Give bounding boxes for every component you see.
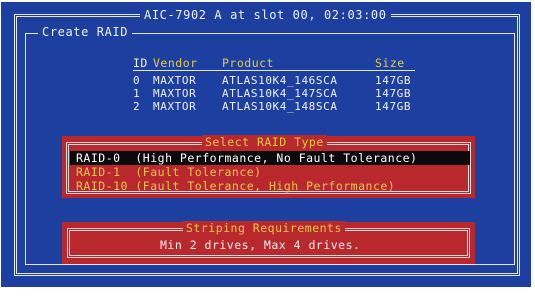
dialog-title: Striping Requirements bbox=[183, 221, 345, 235]
drive-product: ATLAS10K4_146SCA bbox=[222, 74, 338, 87]
panel-title: Create RAID bbox=[38, 24, 133, 40]
drive-size: 147GB bbox=[375, 87, 412, 100]
column-header-id: ID bbox=[133, 56, 148, 70]
drive-size: 147GB bbox=[375, 100, 412, 113]
drive-size: 147GB bbox=[375, 74, 412, 87]
column-header-size: Size bbox=[375, 56, 405, 70]
bios-screen: AIC-7902 A at slot 00, 02:03:00 Create R… bbox=[0, 0, 535, 300]
drive-vendor: MAXTOR bbox=[153, 74, 197, 87]
window-title: AIC-7902 A at slot 00, 02:03:00 bbox=[140, 7, 391, 23]
dialog-title: Select RAID Type bbox=[202, 135, 327, 149]
column-header-vendor: Vendor bbox=[153, 56, 198, 70]
drive-vendor: MAXTOR bbox=[153, 87, 197, 100]
striping-message: Min 2 drives, Max 4 drives. bbox=[160, 238, 361, 252]
drive-id: 2 bbox=[133, 100, 141, 113]
raid-option-raid10[interactable]: RAID-10 (Fault Tolerance, High Performan… bbox=[70, 179, 401, 193]
drive-id: 1 bbox=[133, 87, 141, 100]
header-divider bbox=[133, 70, 415, 71]
drive-id: 0 bbox=[133, 74, 141, 87]
drive-product: ATLAS10K4_147SCA bbox=[222, 87, 338, 100]
drive-vendor: MAXTOR bbox=[153, 100, 197, 113]
raid-option-raid1[interactable]: RAID-1 (Fault Tolerance) bbox=[70, 165, 268, 179]
column-header-product: Product bbox=[222, 56, 274, 70]
raid-option-raid0[interactable]: RAID-0 (High Performance, No Fault Toler… bbox=[70, 151, 470, 165]
drive-product: ATLAS10K4_148SCA bbox=[222, 100, 338, 113]
